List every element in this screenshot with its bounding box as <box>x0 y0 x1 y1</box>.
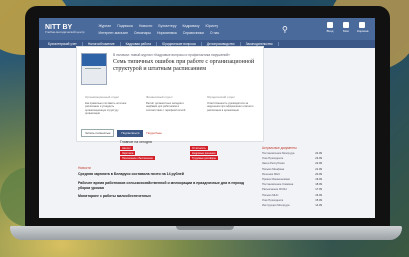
magazine-cover[interactable] <box>81 53 107 85</box>
header-link[interactable]: Интернет-магазин <box>98 31 127 35</box>
header-link[interactable]: Юристу <box>206 24 219 28</box>
article-column: Юридический отдел Ответственность руковод… <box>207 95 254 112</box>
subscribe-button[interactable]: Подписаться <box>117 129 144 137</box>
news-section-title: Новости <box>78 166 91 170</box>
header-link[interactable]: Журнал <box>98 24 111 28</box>
article-column: Финансовый отдел Расчёт должностных оклад… <box>146 95 186 112</box>
tag[interactable]: Отчётность <box>190 146 208 150</box>
article-columns: Организационный отдел Как правильно соста… <box>85 95 255 116</box>
tag[interactable]: Кадровые решения <box>190 151 218 155</box>
tags-heading: Главное на сегодня <box>120 140 152 144</box>
laptop-notch <box>176 226 234 230</box>
header-link[interactable]: Семинары <box>134 31 151 35</box>
tag[interactable]: Пенсионное обеспечение <box>120 156 155 160</box>
sidebar-row[interactable]: Инструкция Минтруда 14.09 <box>262 204 322 209</box>
news-item[interactable]: Мониторинг с работы малообеспеченных <box>78 194 254 199</box>
tag[interactable]: Трудовые договоры <box>190 156 218 160</box>
article-subtitle: В наличии: новый журнал «Кадровые вопрос… <box>113 53 230 57</box>
site-header: NITT BY Учебно-методический центр Журнал… <box>39 18 375 40</box>
news-item[interactable]: Средняя зарплата в Беларуси составила по… <box>78 172 254 177</box>
featured-article-card: В наличии: новый журнал «Кадровые вопрос… <box>76 46 264 142</box>
header-link[interactable]: Справочники <box>183 31 204 35</box>
header-link[interactable]: О нас <box>210 31 219 35</box>
cart-icon[interactable]: Корзина <box>357 22 368 33</box>
search-icon[interactable]: ⚲ <box>282 25 288 34</box>
article-column: Организационный отдел Как правильно соста… <box>85 95 127 116</box>
details-link[interactable]: Подробнее <box>146 131 162 135</box>
user-icon[interactable]: Вход <box>325 22 335 33</box>
tag[interactable]: Зарплата <box>120 151 136 155</box>
header-links: Журнал Подписка Новости Бухгалтеру Кадро… <box>98 24 219 35</box>
header-link[interactable]: Подписка <box>117 24 133 28</box>
header-icons: Вход Мои Корзина <box>325 22 368 33</box>
sidebar-heading: Актуальные документы <box>262 146 297 150</box>
site-logo[interactable]: NITT BY Учебно-методический центр <box>45 24 84 34</box>
read-more-button[interactable]: Читать полностью <box>81 129 115 137</box>
news-item[interactable]: Рабочее время работников сельскохозяйств… <box>78 181 254 190</box>
main-content: Главное на сегодня Налоги Зарплата Пенси… <box>78 140 258 198</box>
header-link[interactable]: Новости <box>139 24 153 28</box>
article-title[interactable]: Семь типичных ошибок при работе с органи… <box>113 59 258 72</box>
header-link[interactable]: Кадровику <box>182 24 199 28</box>
header-link[interactable]: Нормативка <box>157 31 177 35</box>
header-link[interactable]: Бухгалтеру <box>158 24 176 28</box>
folder-icon[interactable]: Мои <box>341 22 351 33</box>
tag[interactable]: Налоги <box>120 146 133 150</box>
sidebar-documents: Актуальные документы Постановление Минтр… <box>262 146 322 209</box>
laptop-screen: NITT BY Учебно-методический центр Журнал… <box>39 18 375 218</box>
